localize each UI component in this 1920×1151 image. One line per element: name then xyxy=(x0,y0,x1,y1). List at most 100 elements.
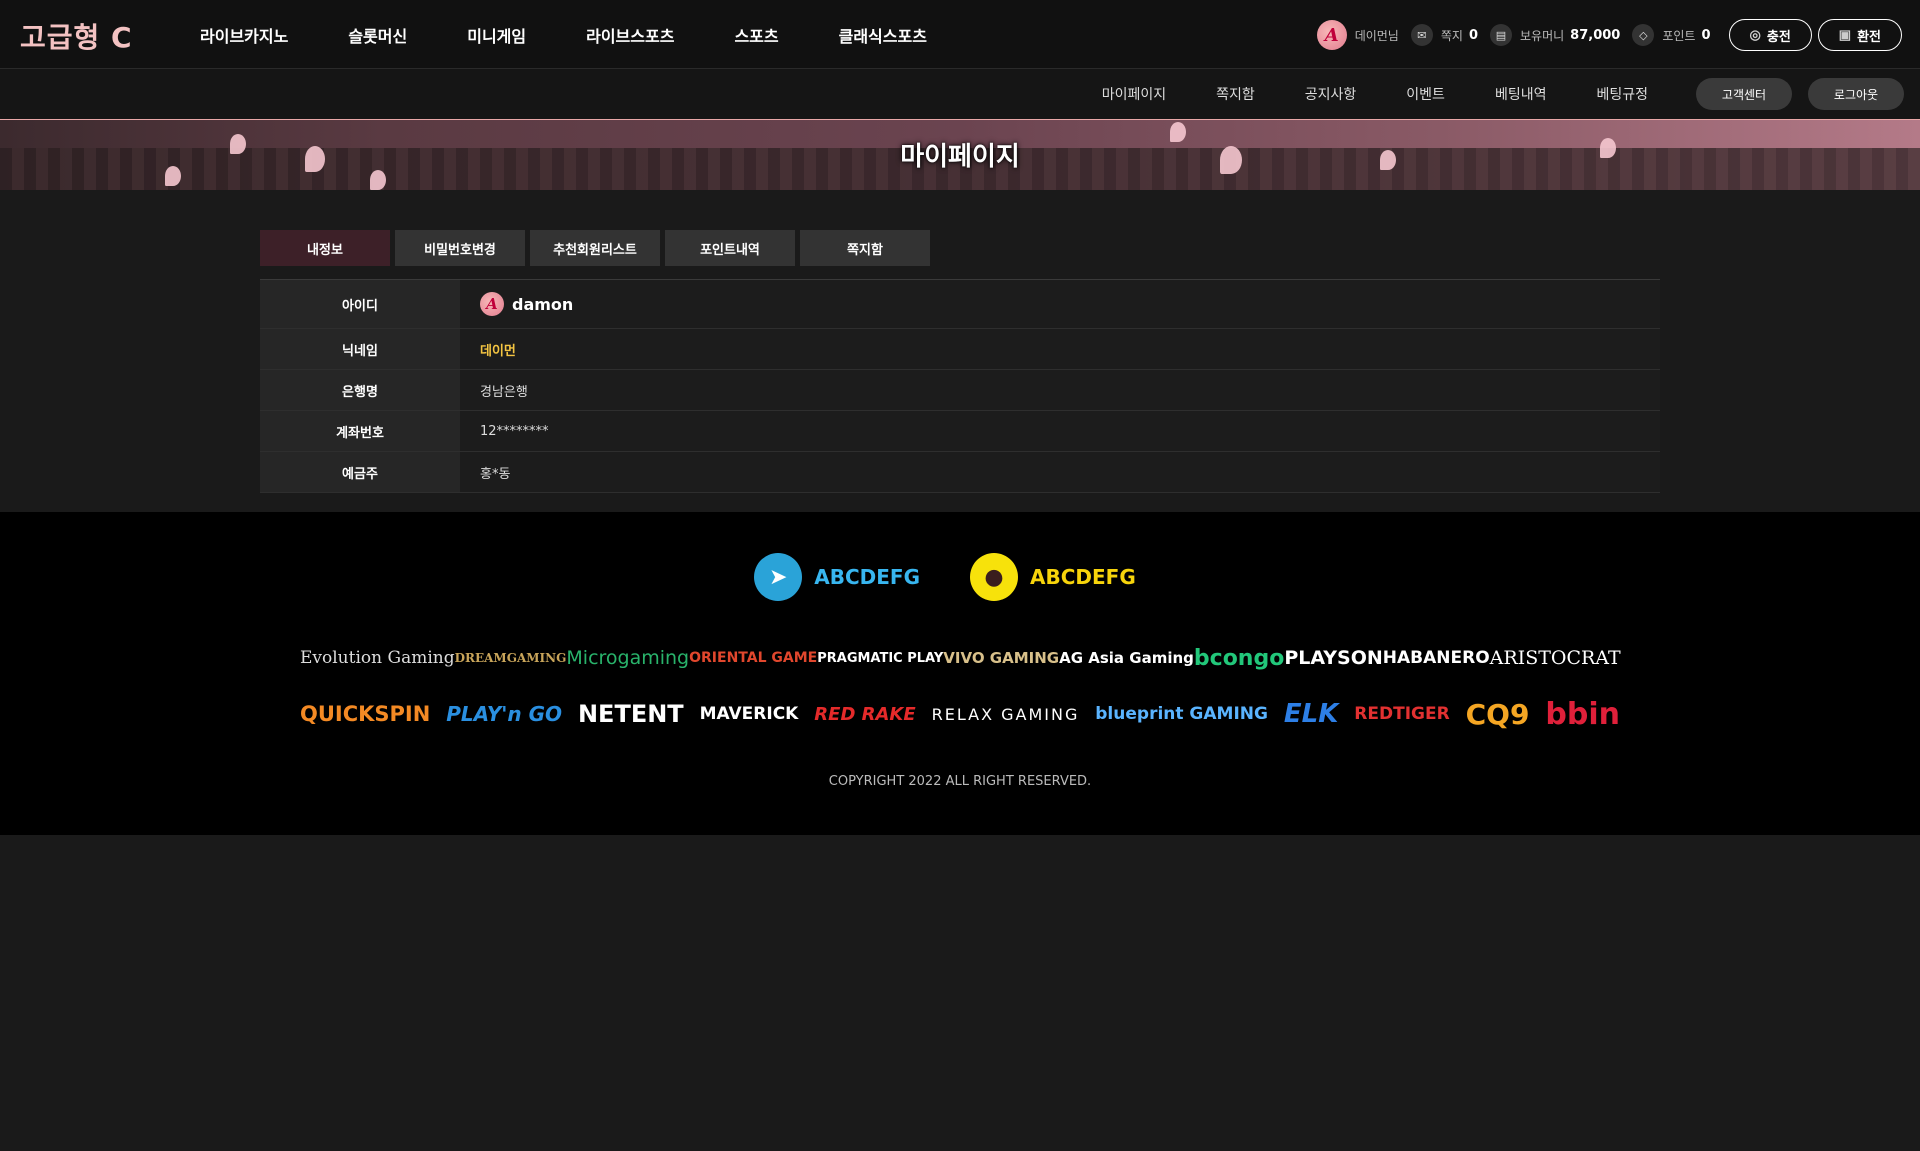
site-logo[interactable]: 고급형 C xyxy=(20,16,133,56)
bank-label: 은행명 xyxy=(260,370,460,410)
provider-logo: RELAX GAMING xyxy=(931,704,1080,724)
table-row: 닉네임 데이먼 xyxy=(260,329,1660,370)
table-row: 은행명 경남은행 xyxy=(260,370,1660,411)
provider-logo: DREAMGAMING xyxy=(454,651,567,665)
withdraw-button[interactable]: ▣ 환전 xyxy=(1817,19,1902,51)
provider-logo: QUICKSPIN xyxy=(300,702,431,726)
sub-nav: 마이페이지 쪽지함 공지사항 이벤트 베팅내역 베팅규정 xyxy=(1052,69,1648,119)
wallet-icon: ▤ xyxy=(1490,24,1512,46)
coins-icon: ◎ xyxy=(1749,27,1761,42)
footer: ➤ ABCDEFG ● ABCDEFG Evolution Gaming DRE… xyxy=(0,512,1920,835)
holder-value: 홍*동 xyxy=(460,452,1660,492)
support-button[interactable]: 고객센터 xyxy=(1696,78,1792,110)
level-badge-icon: A xyxy=(480,292,504,316)
nav-mini-game[interactable]: 미니게임 xyxy=(467,23,526,47)
bank-value: 경남은행 xyxy=(460,370,1660,410)
provider-logo: blueprint GAMING xyxy=(1095,704,1268,724)
messages-count: 0 xyxy=(1468,27,1478,43)
nav-live-sports[interactable]: 라이브스포츠 xyxy=(586,23,674,47)
points-value: 0 xyxy=(1701,27,1711,43)
deposit-label: 충전 xyxy=(1766,28,1791,44)
provider-logo: HABANERO xyxy=(1382,648,1490,668)
logout-button[interactable]: 로그아웃 xyxy=(1808,78,1904,110)
kakao-icon: ● xyxy=(970,553,1018,601)
provider-logo: PRAGMATIC PLAY xyxy=(817,650,944,666)
withdraw-label: 환전 xyxy=(1857,28,1881,44)
subnav-bet-history[interactable]: 베팅내역 xyxy=(1495,84,1547,104)
envelope-icon: ✉ xyxy=(1410,24,1433,46)
main-nav: 라이브카지노 슬롯머신 미니게임 라이브스포츠 스포츠 클래식스포츠 xyxy=(200,0,987,69)
deposit-button[interactable]: ◎ 충전 xyxy=(1728,19,1812,51)
telegram-id: ABCDEFG xyxy=(814,565,920,589)
user-nickname: 데이먼님 xyxy=(1354,28,1399,43)
page-banner: 마이페이지 xyxy=(0,120,1920,190)
provider-logo: PLAY'n GO xyxy=(446,702,563,726)
holder-label: 예금주 xyxy=(260,452,460,492)
provider-logo: AG Asia Gaming xyxy=(1059,649,1194,667)
money-label: 보유머니 xyxy=(1520,28,1565,43)
subnav-event[interactable]: 이벤트 xyxy=(1406,84,1445,104)
provider-logo: ELK xyxy=(1283,699,1339,729)
tab-change-password[interactable]: 비밀번호변경 xyxy=(395,230,525,266)
account-value: 12******** xyxy=(460,411,1660,451)
points-label: 포인트 xyxy=(1662,28,1696,43)
user-info: A 데이먼님 ✉ 쪽지 0 ▤ 보유머니 87,000 ◇ 포인트 0 ◎ 충전… xyxy=(1316,18,1902,52)
provider-logo: PLAYSON xyxy=(1284,647,1383,669)
provider-logos-row-2: QUICKSPIN PLAY'n GO NETENT MAVERICK RED … xyxy=(300,692,1620,736)
messages-label: 쪽지 xyxy=(1440,28,1463,43)
nav-sports[interactable]: 스포츠 xyxy=(734,23,778,47)
provider-logo: NETENT xyxy=(577,700,684,728)
telegram-contact[interactable]: ➤ ABCDEFG xyxy=(754,552,950,602)
money-balance: ▤ 보유머니 87,000 xyxy=(1490,24,1620,46)
nickname-label: 닉네임 xyxy=(260,329,460,369)
tab-point-history[interactable]: 포인트내역 xyxy=(665,230,795,266)
table-row: 예금주 홍*동 xyxy=(260,452,1660,493)
contact-links: ➤ ABCDEFG ● ABCDEFG xyxy=(0,552,1920,602)
subnav-bet-rules[interactable]: 베팅규정 xyxy=(1596,84,1648,104)
nickname-value: 데이먼 xyxy=(460,329,1660,369)
nav-slot-machine[interactable]: 슬롯머신 xyxy=(348,23,407,47)
mypage-content: 내정보 비밀번호변경 추천회원리스트 포인트내역 쪽지함 아이디 A damon… xyxy=(0,190,1920,512)
points-balance: ◇ 포인트 0 xyxy=(1632,24,1711,46)
provider-logo: ORIENTAL GAME xyxy=(689,650,818,666)
kakao-contact[interactable]: ● ABCDEFG xyxy=(970,552,1166,602)
tab-inbox[interactable]: 쪽지함 xyxy=(800,230,930,266)
provider-logo: RED RAKE xyxy=(814,703,916,725)
mypage-tabs: 내정보 비밀번호변경 추천회원리스트 포인트내역 쪽지함 xyxy=(260,230,935,266)
sub-bar: 마이페이지 쪽지함 공지사항 이벤트 베팅내역 베팅규정 고객센터 로그아웃 xyxy=(0,69,1920,120)
subnav-mypage[interactable]: 마이페이지 xyxy=(1102,84,1166,104)
sub-buttons: 고객센터 로그아웃 xyxy=(1680,78,1904,110)
tab-my-info[interactable]: 내정보 xyxy=(260,230,390,266)
kakao-id: ABCDEFG xyxy=(1030,565,1136,589)
messages-counter[interactable]: ✉ 쪽지 0 xyxy=(1410,24,1478,46)
provider-logo: REDTIGER xyxy=(1354,704,1450,724)
subnav-notice[interactable]: 공지사항 xyxy=(1305,84,1357,104)
provider-logos-row-1: Evolution Gaming DREAMGAMING Microgaming… xyxy=(300,636,1621,680)
level-badge-icon: A xyxy=(1316,20,1347,50)
id-value: damon xyxy=(512,294,574,314)
id-label: 아이디 xyxy=(260,280,460,328)
user-info-table: 아이디 A damon 닉네임 데이먼 은행명 경남은행 계좌번호 12****… xyxy=(260,279,1660,493)
provider-logo: ARISTOCRAT xyxy=(1489,647,1621,669)
id-value-cell: A damon xyxy=(460,280,1660,328)
user-greeting: A 데이먼님 xyxy=(1316,20,1399,50)
money-value: 87,000 xyxy=(1570,27,1621,43)
provider-logo: bcongo xyxy=(1193,645,1285,671)
provider-logo: Evolution Gaming xyxy=(300,648,455,668)
page-bottom-area xyxy=(0,835,1920,1151)
cash-icon: ▣ xyxy=(1838,27,1852,42)
top-bar: 고급형 C 라이브카지노 슬롯머신 미니게임 라이브스포츠 스포츠 클래식스포츠… xyxy=(0,0,1920,69)
page-title: 마이페이지 xyxy=(900,142,1020,172)
provider-logo: Microgaming xyxy=(566,647,690,669)
table-row: 아이디 A damon xyxy=(260,280,1660,329)
tab-referral-list[interactable]: 추천회원리스트 xyxy=(530,230,660,266)
nav-live-casino[interactable]: 라이브카지노 xyxy=(200,23,288,47)
nav-classic-sports[interactable]: 클래식스포츠 xyxy=(839,23,927,47)
copyright-text: COPYRIGHT 2022 ALL RIGHT RESERVED. xyxy=(828,774,1092,789)
provider-logo: bbin xyxy=(1545,696,1620,732)
telegram-icon: ➤ xyxy=(754,553,803,601)
table-row: 계좌번호 12******** xyxy=(260,411,1660,452)
diamond-icon: ◇ xyxy=(1632,24,1655,46)
provider-logo: CQ9 xyxy=(1465,697,1530,731)
subnav-inbox[interactable]: 쪽지함 xyxy=(1216,84,1255,104)
